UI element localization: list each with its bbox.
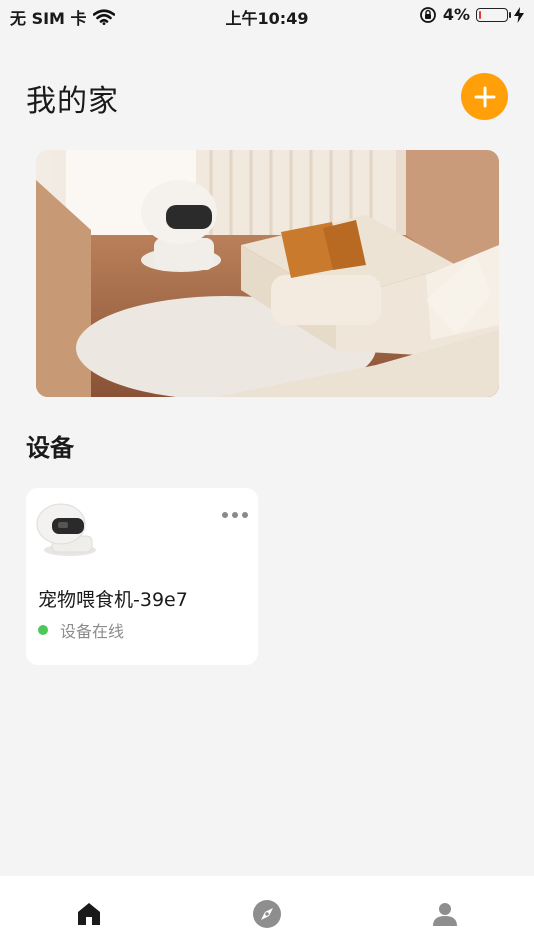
- more-dot-icon: [232, 512, 238, 518]
- device-card[interactable]: 宠物喂食机-39e7 设备在线: [26, 488, 258, 665]
- pet-feeder-thumbnail: [36, 503, 96, 556]
- compass-icon: [253, 900, 281, 928]
- more-options-button[interactable]: [218, 508, 252, 522]
- tab-discover[interactable]: [247, 894, 287, 934]
- charging-bolt-icon: [514, 6, 524, 23]
- device-status: 设备在线: [38, 618, 124, 642]
- home-icon: [78, 903, 100, 925]
- living-room-illustration: [36, 150, 499, 397]
- online-status-dot: [38, 625, 48, 635]
- devices-section-title: 设备: [26, 434, 74, 462]
- status-bar: 无 SIM 卡 上午10:49 4%: [0, 0, 534, 32]
- plus-icon: [474, 86, 495, 107]
- page-title: 我的家: [26, 84, 119, 119]
- status-right: 4%: [419, 5, 524, 24]
- profile-icon: [433, 903, 457, 926]
- device-name: 宠物喂食机-39e7: [38, 589, 188, 611]
- more-dot-icon: [242, 512, 248, 518]
- device-status-label: 设备在线: [60, 622, 125, 641]
- battery-icon: [476, 7, 511, 22]
- add-button[interactable]: [461, 73, 508, 120]
- bottom-tab-bar: [0, 876, 534, 950]
- tab-home[interactable]: [69, 894, 109, 934]
- more-dot-icon: [222, 512, 228, 518]
- orientation-lock-icon: [419, 6, 436, 23]
- home-banner-image: [36, 150, 499, 397]
- battery-percent: 4%: [442, 5, 470, 24]
- tab-profile[interactable]: [425, 894, 465, 934]
- battery-level: [479, 10, 481, 19]
